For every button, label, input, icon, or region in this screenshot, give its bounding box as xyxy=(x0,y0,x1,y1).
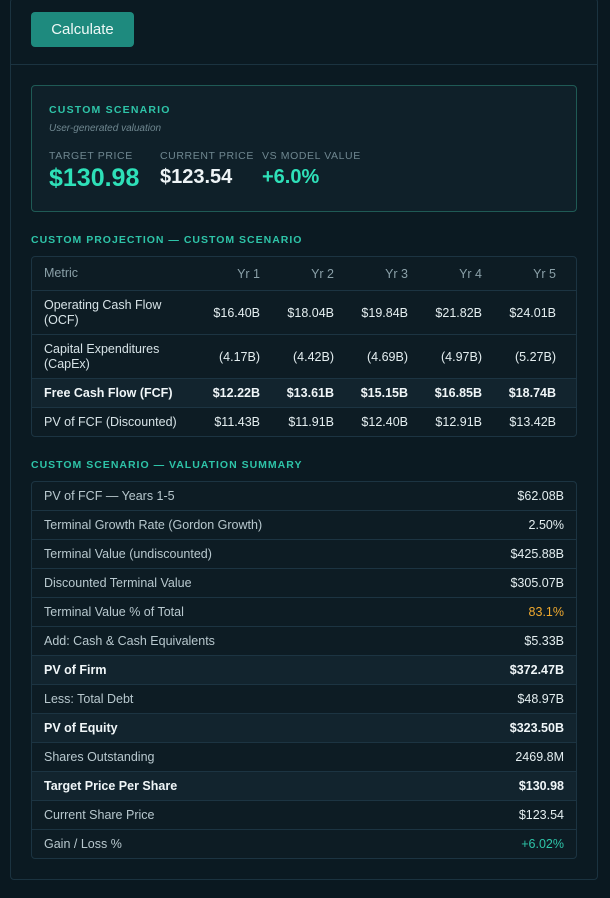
summary-row: Discounted Terminal Value $305.07B xyxy=(32,568,576,597)
target-price-value: $130.98 xyxy=(49,164,140,192)
summary-row: PV of FCF — Years 1-5 $62.08B xyxy=(32,482,576,510)
table-cell: $13.61B xyxy=(286,386,334,400)
summary-title: CUSTOM SCENARIO — VALUATION SUMMARY xyxy=(31,459,303,471)
summary-label: Terminal Growth Rate (Gordon Growth) xyxy=(44,518,263,532)
summary-value: $123.54 xyxy=(518,808,564,822)
row-label: Capital Expenditures (CapEx) xyxy=(44,341,160,371)
table-cell: (5.27B) xyxy=(515,349,556,364)
current-price-metric: CURRENT PRICE $123.54 xyxy=(160,150,254,189)
table-cell: $15.15B xyxy=(360,386,408,400)
summary-row: Add: Cash & Cash Equivalents $5.33B xyxy=(32,626,576,655)
summary-label: Less: Total Debt xyxy=(44,692,134,706)
summary-value: $62.08B xyxy=(517,489,564,503)
summary-row: Terminal Value % of Total 83.1% xyxy=(32,597,576,626)
summary-value: $130.98 xyxy=(518,779,564,793)
table-cell: $21.82B xyxy=(435,305,482,320)
row-label: PV of FCF (Discounted) xyxy=(44,414,177,429)
table-cell: (4.42B) xyxy=(293,349,334,364)
summary-label: Gain / Loss % xyxy=(44,837,122,851)
scenario-subtitle: User-generated valuation xyxy=(49,123,162,134)
table-cell: $11.91B xyxy=(288,415,334,429)
header-cell: Yr 1 xyxy=(237,266,260,281)
current-price-value: $123.54 xyxy=(160,166,233,188)
table-cell: $24.01B xyxy=(509,305,556,320)
table-row: Capital Expenditures (CapEx) (4.17B) (4.… xyxy=(32,334,576,378)
table-cell: $18.04B xyxy=(287,305,334,320)
header-cell: Yr 2 xyxy=(311,266,334,281)
summary-label: Discounted Terminal Value xyxy=(44,576,192,590)
custom-scenario-card: CUSTOM SCENARIO User-generated valuation… xyxy=(31,85,577,212)
summary-row: Current Share Price $123.54 xyxy=(32,800,576,829)
calculate-button[interactable]: Calculate xyxy=(31,12,134,47)
table-header-row: Metric Yr 1 Yr 2 Yr 3 Yr 4 Yr 5 xyxy=(32,257,576,290)
header-cell: Yr 3 xyxy=(385,266,408,281)
summary-row: Terminal Value (undiscounted) $425.88B xyxy=(32,539,576,568)
row-label: Operating Cash Flow (OCF) xyxy=(44,297,162,327)
summary-value: $305.07B xyxy=(510,576,564,590)
summary-row: Terminal Growth Rate (Gordon Growth) 2.50… xyxy=(32,510,576,539)
summary-row: Gain / Loss % +6.02% xyxy=(32,829,576,858)
table-cell: $19.84B xyxy=(361,305,408,320)
summary-label: PV of Firm xyxy=(44,663,107,677)
vs-model-label: VS MODEL VALUE xyxy=(262,150,361,162)
summary-label: PV of FCF — Years 1-5 xyxy=(44,489,175,503)
projection-title: CUSTOM PROJECTION — CUSTOM SCENARIO xyxy=(31,234,303,246)
target-price-label: TARGET PRICE xyxy=(49,150,133,162)
table-cell: (4.69B) xyxy=(367,349,408,364)
table-cell: $12.91B xyxy=(435,415,482,429)
summary-value: $372.47B xyxy=(509,663,564,677)
summary-value: $323.50B xyxy=(509,721,564,735)
summary-label: Target Price Per Share xyxy=(44,779,178,793)
summary-row: Shares Outstanding 2469.8M xyxy=(32,742,576,771)
summary-value: $5.33B xyxy=(524,634,564,648)
valuation-summary-table: PV of FCF — Years 1-5 $62.08B Terminal Gr… xyxy=(31,481,577,859)
table-cell: $16.85B xyxy=(434,386,482,400)
summary-row: PV of Equity $323.50B xyxy=(32,713,576,742)
summary-label: PV of Equity xyxy=(44,721,118,735)
table-cell: $11.43B xyxy=(214,415,260,429)
header-cell: Yr 5 xyxy=(533,266,556,281)
divider xyxy=(10,64,598,65)
scenario-label: CUSTOM SCENARIO xyxy=(49,104,171,116)
summary-value: $48.97B xyxy=(517,692,564,706)
table-cell: (4.17B) xyxy=(219,349,260,364)
table-cell: (4.97B) xyxy=(441,349,482,364)
table-cell: $18.74B xyxy=(508,386,556,400)
summary-value: $425.88B xyxy=(510,547,564,561)
table-cell: $12.40B xyxy=(361,415,408,429)
summary-value: 2.50% xyxy=(528,518,564,532)
vs-model-value: +6.0% xyxy=(262,166,320,188)
summary-label: Current Share Price xyxy=(44,808,155,822)
summary-row: PV of Firm $372.47B xyxy=(32,655,576,684)
summary-value: 2469.8M xyxy=(515,750,564,764)
projection-table: Metric Yr 1 Yr 2 Yr 3 Yr 4 Yr 5 Operatin… xyxy=(31,256,577,437)
summary-value: 83.1% xyxy=(528,605,564,619)
summary-row: Target Price Per Share $130.98 xyxy=(32,771,576,800)
vs-model-metric: VS MODEL VALUE +6.0% xyxy=(262,150,361,189)
target-price-metric: TARGET PRICE $130.98 xyxy=(49,150,139,193)
table-cell: $16.40B xyxy=(213,305,260,320)
current-price-label: CURRENT PRICE xyxy=(160,150,254,162)
row-label: Free Cash Flow (FCF) xyxy=(44,385,173,400)
summary-label: Terminal Value (undiscounted) xyxy=(44,547,212,561)
table-row: Operating Cash Flow (OCF) $16.40B $18.04… xyxy=(32,290,576,334)
table-cell: $13.42B xyxy=(509,415,556,429)
table-row: Free Cash Flow (FCF) $12.22B $13.61B $15… xyxy=(32,378,576,407)
summary-label: Terminal Value % of Total xyxy=(44,605,184,619)
header-cell: Metric xyxy=(44,266,79,280)
summary-label: Add: Cash & Cash Equivalents xyxy=(44,634,215,648)
header-cell: Yr 4 xyxy=(459,266,482,281)
summary-row: Less: Total Debt $48.97B xyxy=(32,684,576,713)
table-row: PV of FCF (Discounted) $11.43B $11.91B $… xyxy=(32,407,576,436)
summary-value: +6.02% xyxy=(521,837,564,851)
table-cell: $12.22B xyxy=(212,386,260,400)
summary-label: Shares Outstanding xyxy=(44,750,155,764)
